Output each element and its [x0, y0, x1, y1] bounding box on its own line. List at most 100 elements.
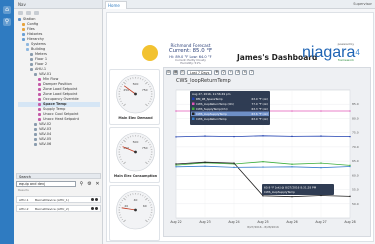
legend-series-value: 77.0 °F (ok)	[251, 102, 268, 106]
gauge-hub	[134, 150, 137, 154]
tree-item[interactable]: VAV-06	[18, 142, 100, 147]
dashboard: Richmond Forecast Current: 85.0 °F Hi: 8…	[106, 12, 374, 242]
data-point[interactable]	[320, 110, 322, 112]
crosshair-icon[interactable]: ⌖	[228, 69, 234, 75]
export-icon[interactable]: ⎘	[180, 69, 185, 75]
legend-swatch	[192, 97, 195, 100]
data-point[interactable]	[320, 135, 322, 137]
data-point[interactable]	[291, 166, 293, 168]
settings-icon[interactable]: ⚙	[166, 69, 171, 75]
node-icon	[22, 38, 25, 41]
calendar-icon[interactable]: ▦	[173, 69, 178, 75]
legend-series-name: CWS_loopSupplyTemp	[196, 112, 227, 116]
x-tick-label: Aug 26	[286, 220, 297, 224]
help-icon[interactable]: ?	[249, 69, 255, 75]
data-point[interactable]	[175, 166, 177, 168]
collapse-icon[interactable]	[26, 11, 31, 15]
node-icon	[38, 83, 41, 86]
node-icon	[38, 78, 41, 81]
gauge-tick-label: 40	[134, 198, 138, 202]
menu-icon[interactable]	[95, 198, 98, 201]
expand-icon[interactable]	[18, 11, 23, 15]
legend-series-name: RM_98_SpaceTemp	[196, 97, 223, 101]
x-axis-label: 8/27/2016 - 8/28/2016	[247, 225, 279, 229]
node-icon	[18, 18, 21, 21]
chart-title: CWS_loopReturnTemp	[176, 78, 231, 84]
delete-icon[interactable]: ✕	[242, 69, 248, 75]
info-icon[interactable]	[91, 198, 94, 201]
menu-icon[interactable]	[95, 207, 98, 210]
data-point[interactable]	[175, 163, 177, 165]
data-point[interactable]	[349, 110, 351, 112]
node-icon	[22, 23, 25, 26]
data-point[interactable]	[233, 135, 235, 138]
data-point[interactable]	[262, 160, 264, 163]
search-input[interactable]: equip and dev|	[16, 181, 76, 187]
data-point[interactable]	[291, 135, 293, 138]
data-point[interactable]	[291, 163, 293, 165]
node-icon	[34, 73, 37, 76]
reset-icon[interactable]: ↺	[235, 69, 241, 75]
data-point[interactable]	[291, 195, 293, 198]
data-point[interactable]	[320, 162, 322, 164]
data-point[interactable]	[262, 135, 264, 137]
tab-home[interactable]: Home	[105, 1, 127, 9]
node-icon	[30, 53, 33, 56]
zoom-icon[interactable]: ⚲	[221, 69, 227, 75]
y-tick-label: 75.0	[352, 131, 359, 135]
data-point[interactable]	[349, 135, 351, 138]
gauge-label: Main Elec Consumption	[113, 174, 158, 178]
search-go-button[interactable]: ⚲	[78, 181, 85, 187]
node-icon	[22, 33, 25, 36]
data-point[interactable]	[320, 166, 322, 169]
data-point[interactable]	[291, 110, 293, 112]
data-point[interactable]	[262, 195, 264, 197]
node-icon	[34, 133, 37, 136]
result-type: BacnetDevice (AHU_1)	[35, 197, 69, 202]
node-icon	[34, 138, 37, 141]
y-tick-label: 60.0	[352, 173, 359, 177]
search-settings-button[interactable]: ⚙	[86, 181, 93, 187]
data-point[interactable]	[233, 166, 235, 169]
result-row[interactable]: AHU-1 BacnetDevice (AHU_1)	[16, 196, 101, 203]
chart-svg: 50.0 55.0 60.0 65.0 70.0 75.0 80.0 85.0 Aug 22 Au…	[170, 89, 359, 229]
y-tick-label: 85.0	[352, 102, 359, 106]
station-label: Supervisor	[353, 2, 372, 6]
legend-series-value: 63.6 °F (ok)	[251, 112, 268, 116]
node-icon	[34, 128, 37, 131]
data-point[interactable]	[175, 136, 177, 138]
data-point[interactable]	[204, 135, 206, 137]
search-clear-button[interactable]: ✕	[94, 181, 101, 187]
x-tick-label: Aug 28	[344, 220, 355, 224]
home-icon[interactable]: ⌂	[3, 6, 11, 14]
node-icon	[38, 98, 41, 101]
info-icon[interactable]	[91, 207, 94, 210]
node-icon	[34, 123, 37, 126]
y-tick-label: 55.0	[352, 188, 359, 192]
x-tick-label: Aug 24	[228, 220, 239, 224]
data-point[interactable]	[320, 194, 322, 197]
time-range-select[interactable]: Last 7 Days	[187, 69, 213, 75]
data-point[interactable]	[175, 110, 177, 112]
pan-icon[interactable]: ✥	[214, 69, 220, 75]
data-point[interactable]	[204, 161, 206, 163]
data-point[interactable]	[349, 165, 351, 168]
node-icon	[26, 43, 29, 46]
node-icon	[38, 93, 41, 96]
legend-series-value: 63.0 °F (ok)	[251, 97, 268, 101]
result-row[interactable]: AHU-2 BacnetDevice (AHU_2)	[16, 205, 101, 212]
legend-series-value: 63.0 °F (ok)	[251, 117, 268, 121]
search-icon[interactable]: ⚲	[3, 18, 11, 26]
data-point[interactable]	[349, 195, 351, 198]
gauge-tick-label: 60	[143, 204, 147, 208]
brand-logo-version: 4	[355, 48, 360, 57]
data-point[interactable]	[233, 162, 235, 164]
data-point[interactable]	[262, 166, 264, 168]
nav-title: Nav	[14, 0, 102, 9]
result-name: AHU-1	[19, 197, 29, 202]
data-point[interactable]	[204, 165, 206, 167]
gauge-dial: 250500750	[116, 132, 155, 172]
gauge-label: Main Elec Demand	[118, 116, 153, 120]
gauge-card: 20 40 60	[109, 185, 160, 241]
refresh-icon[interactable]	[34, 11, 39, 15]
